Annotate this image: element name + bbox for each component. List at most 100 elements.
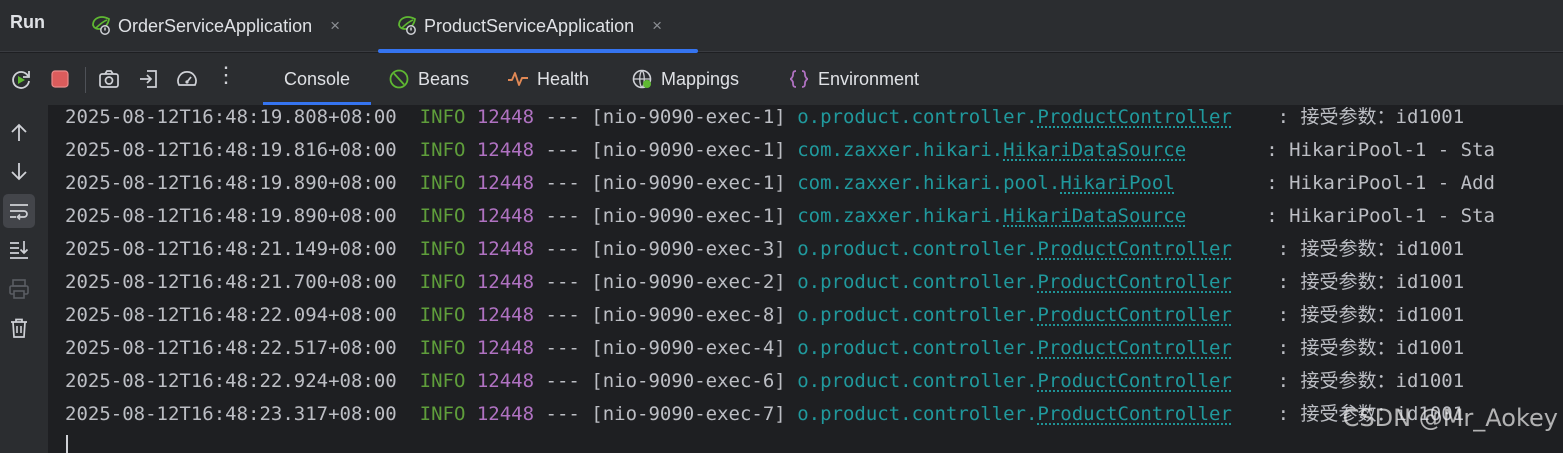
log-line: 2025-08-12T16:48:21.700+08:00 INFO 12448… (65, 271, 1465, 293)
log-logger-package: o.product.controller. (797, 238, 1038, 260)
log-level: INFO (419, 139, 466, 161)
more-vertical-icon[interactable]: ⋮ (214, 63, 238, 87)
log-message: HikariPool-1 - Sta (1289, 205, 1495, 227)
rerun-icon[interactable] (9, 67, 33, 91)
log-separator: --- (545, 304, 580, 326)
log-logger-class-link[interactable]: ProductController (1037, 238, 1231, 260)
log-line: 2025-08-12T16:48:23.317+08:00 INFO 12448… (65, 403, 1465, 425)
tab-environment[interactable]: Environment (788, 53, 919, 105)
tab-order-service-application[interactable]: OrderServiceApplication × (88, 0, 370, 52)
close-icon[interactable]: × (330, 16, 340, 36)
log-separator: --- (545, 337, 580, 359)
log-thread: [nio-9090-exec-1] (591, 139, 786, 161)
log-logger-package: o.product.controller. (797, 403, 1038, 425)
watermark: CSDN @Mr_Aokey (1342, 404, 1558, 432)
tab-mappings[interactable]: Mappings (631, 53, 739, 105)
environment-icon (789, 70, 809, 88)
log-pid: 12448 (476, 337, 535, 359)
log-separator: --- (545, 370, 580, 392)
text-cursor (66, 435, 68, 453)
log-logger-class-link[interactable]: HikariPool (1060, 172, 1174, 194)
log-timestamp: 2025-08-12T16:48:19.890+08:00 (65, 205, 397, 227)
log-logger-class-link[interactable]: ProductController (1037, 337, 1231, 359)
log-separator: --- (545, 106, 580, 128)
log-message: 接受参数：id1001 (1300, 238, 1465, 260)
log-line: 2025-08-12T16:48:22.924+08:00 INFO 12448… (65, 370, 1465, 392)
soft-wrap-icon[interactable] (7, 199, 31, 223)
log-level: INFO (419, 271, 466, 293)
log-logger-class-link[interactable]: ProductController (1037, 304, 1231, 326)
console-side-toolbar (0, 105, 48, 453)
log-logger-class-link[interactable]: HikariDataSource (1003, 139, 1186, 161)
log-thread: [nio-9090-exec-7] (591, 403, 786, 425)
log-timestamp: 2025-08-12T16:48:22.924+08:00 (65, 370, 397, 392)
log-timestamp: 2025-08-12T16:48:21.149+08:00 (65, 238, 397, 260)
log-line: 2025-08-12T16:48:19.890+08:00 INFO 12448… (65, 172, 1495, 194)
trash-icon[interactable] (7, 316, 31, 340)
spring-boot-app-icon (92, 16, 110, 35)
log-thread: [nio-9090-exec-1] (591, 172, 786, 194)
log-timestamp: 2025-08-12T16:48:21.700+08:00 (65, 271, 397, 293)
tab-beans[interactable]: Beans (388, 53, 469, 105)
log-logger-package: o.product.controller. (797, 304, 1038, 326)
toolbar-separator (85, 67, 86, 93)
log-line: 2025-08-12T16:48:22.517+08:00 INFO 12448… (65, 337, 1465, 359)
log-thread: [nio-9090-exec-1] (591, 205, 786, 227)
arrow-down-icon[interactable] (7, 159, 31, 183)
log-level: INFO (419, 172, 466, 194)
log-level: INFO (419, 238, 466, 260)
log-separator: --- (545, 403, 580, 425)
log-logger-class-link[interactable]: ProductController (1037, 370, 1231, 392)
log-logger-package: com.zaxxer.hikari. (797, 139, 1004, 161)
log-separator: --- (545, 271, 580, 293)
log-message: 接受参数：id1001 (1300, 106, 1465, 128)
log-logger-package: o.product.controller. (797, 271, 1038, 293)
log-thread: [nio-9090-exec-3] (591, 238, 786, 260)
log-logger-class-link[interactable]: ProductController (1037, 271, 1231, 293)
exit-icon[interactable] (137, 67, 161, 91)
log-level: INFO (419, 106, 466, 128)
log-logger-package: o.product.controller. (797, 337, 1038, 359)
tab-label: Console (283, 68, 351, 89)
tab-label: Beans (418, 68, 470, 89)
log-level: INFO (419, 304, 466, 326)
log-thread: [nio-9090-exec-6] (591, 370, 786, 392)
tab-product-service-application[interactable]: ProductServiceApplication × (378, 0, 698, 53)
log-thread: [nio-9090-exec-8] (591, 304, 786, 326)
log-message: 接受参数：id1001 (1300, 304, 1465, 326)
log-logger-class-link[interactable]: ProductController (1037, 106, 1231, 128)
log-line: 2025-08-12T16:48:22.094+08:00 INFO 12448… (65, 304, 1465, 326)
log-thread: [nio-9090-exec-4] (591, 337, 786, 359)
log-message: HikariPool-1 - Sta (1289, 139, 1495, 161)
scroll-to-end-icon[interactable] (7, 237, 31, 261)
log-pid: 12448 (476, 172, 535, 194)
log-thread: [nio-9090-exec-1] (591, 106, 786, 128)
log-logger-class-link[interactable]: HikariDataSource (1003, 205, 1186, 227)
tab-console[interactable]: Console (263, 53, 371, 105)
log-timestamp: 2025-08-12T16:48:22.094+08:00 (65, 304, 397, 326)
beans-icon (389, 69, 409, 89)
log-pid: 12448 (476, 238, 535, 260)
tab-label: Environment (818, 68, 920, 89)
log-level: INFO (419, 337, 466, 359)
camera-icon[interactable] (97, 67, 121, 91)
close-icon[interactable]: × (652, 16, 662, 36)
mappings-icon (632, 69, 652, 89)
tab-health[interactable]: Health (507, 53, 589, 105)
tab-label: Health (537, 68, 590, 89)
log-timestamp: 2025-08-12T16:48:22.517+08:00 (65, 337, 397, 359)
log-message: 接受参数：id1001 (1300, 337, 1465, 359)
log-logger-class-link[interactable]: ProductController (1037, 403, 1231, 425)
log-pid: 12448 (476, 271, 535, 293)
stop-icon[interactable] (48, 67, 72, 91)
log-level: INFO (419, 205, 466, 227)
gauge-icon[interactable] (175, 67, 199, 91)
run-tool-window: Run OrderServiceApplication × ProductSer… (0, 0, 1563, 453)
log-pid: 12448 (476, 370, 535, 392)
log-message: HikariPool-1 - Add (1289, 172, 1495, 194)
console-output[interactable]: 2025-08-12T16:48:19.808+08:00 INFO 12448… (48, 105, 1563, 453)
log-separator: --- (545, 172, 580, 194)
log-logger-package: com.zaxxer.hikari. (797, 205, 1004, 227)
log-message: 接受参数：id1001 (1300, 271, 1465, 293)
arrow-up-icon[interactable] (7, 121, 31, 145)
